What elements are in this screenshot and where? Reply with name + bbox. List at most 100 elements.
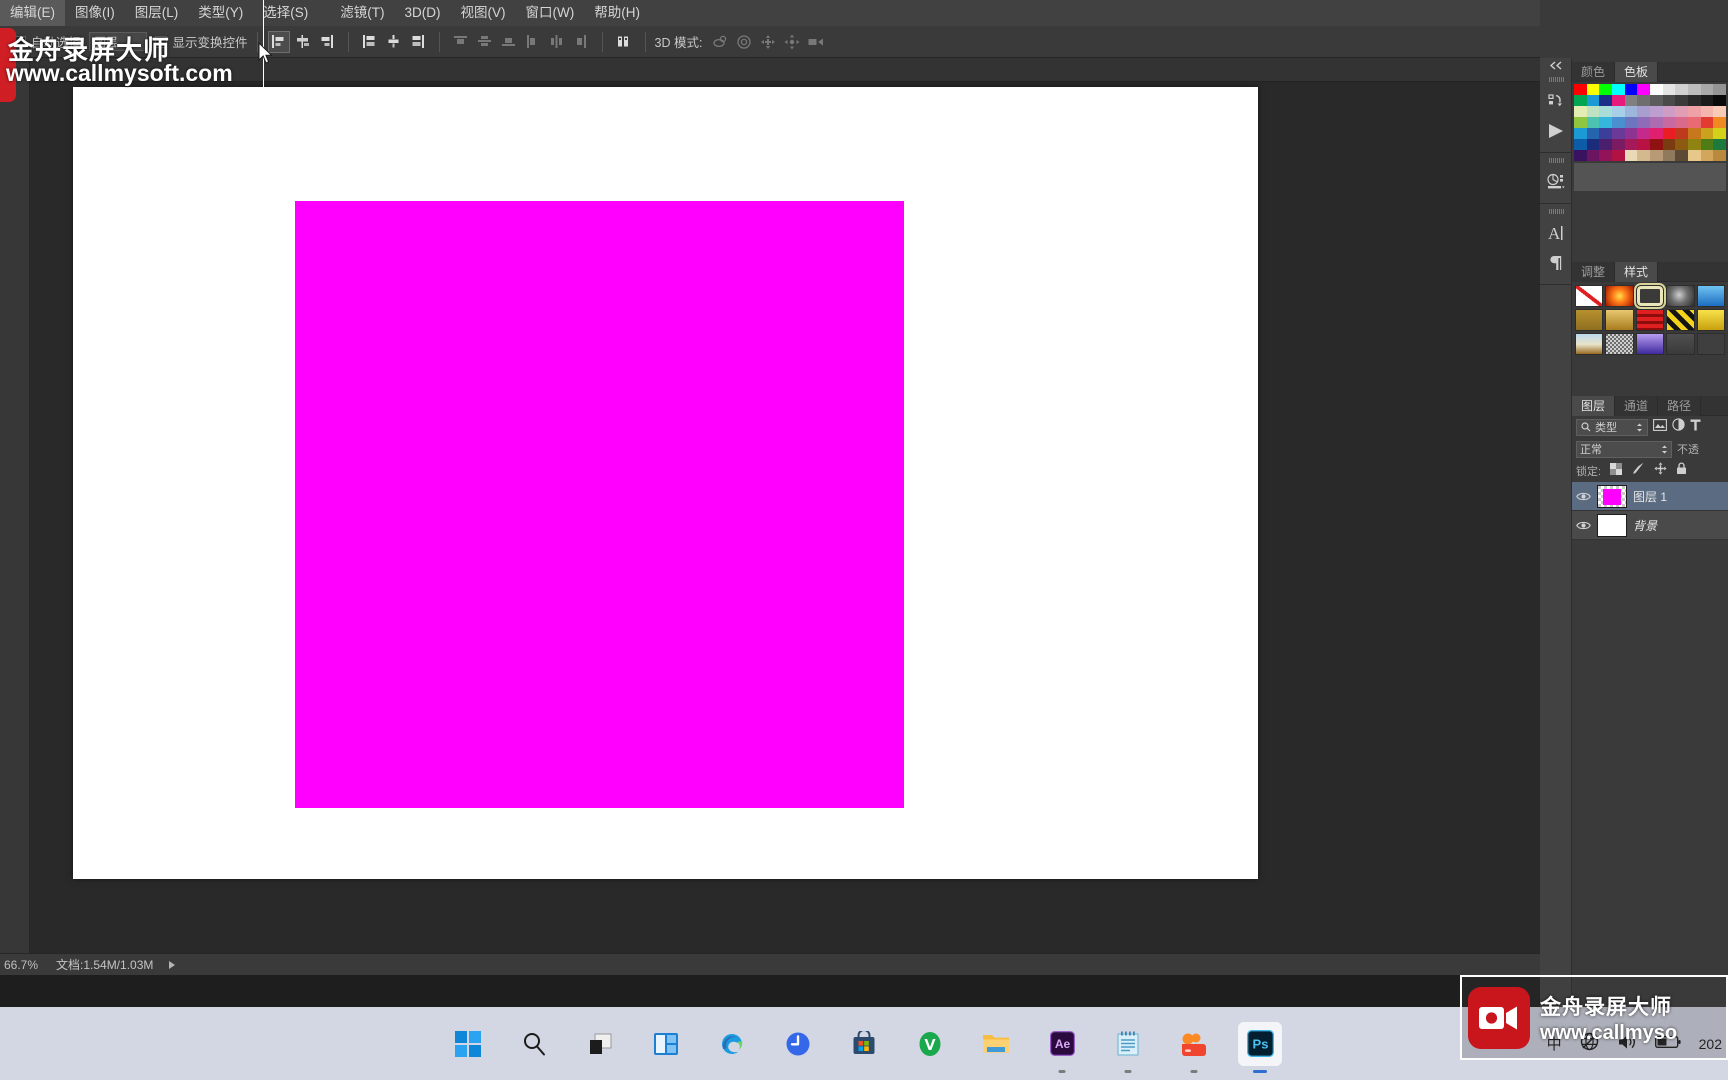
color-swatch[interactable] xyxy=(1637,95,1650,106)
tab-paths[interactable]: 路径 xyxy=(1658,396,1702,416)
task-view-icon[interactable] xyxy=(578,1022,622,1066)
widgets-icon[interactable] xyxy=(644,1022,688,1066)
color-swatch[interactable] xyxy=(1624,95,1638,106)
actions-play-icon[interactable] xyxy=(1540,116,1572,146)
color-swatch[interactable] xyxy=(1624,117,1638,128)
color-swatch[interactable] xyxy=(1599,84,1612,95)
align-top-edges-icon[interactable] xyxy=(359,31,381,53)
show-transform-controls-checkbox[interactable] xyxy=(155,35,168,48)
color-swatch[interactable] xyxy=(1662,106,1676,117)
status-expand-arrow-icon[interactable] xyxy=(169,960,176,969)
color-swatch[interactable] xyxy=(1599,150,1612,161)
tab-adjustments[interactable]: 调整 xyxy=(1572,262,1616,282)
color-swatch[interactable] xyxy=(1713,106,1726,117)
color-swatch[interactable] xyxy=(1700,95,1714,106)
menu-help[interactable]: 帮助(H) xyxy=(584,0,650,26)
menu-view[interactable]: 视图(V) xyxy=(451,0,516,26)
network-icon[interactable] xyxy=(1580,1032,1599,1055)
after-effects-icon[interactable]: Ae xyxy=(1040,1022,1084,1073)
gray-shadow-style[interactable] xyxy=(1666,333,1695,355)
file-explorer-icon[interactable] xyxy=(974,1022,1018,1066)
color-swatch[interactable] xyxy=(1637,106,1650,117)
color-swatch[interactable] xyxy=(1624,139,1638,150)
tab-layers[interactable]: 图层 xyxy=(1572,396,1616,416)
color-swatch[interactable] xyxy=(1586,95,1600,106)
color-swatch[interactable] xyxy=(1612,117,1625,128)
distribute-left-edges-icon[interactable] xyxy=(522,31,544,53)
search-icon[interactable] xyxy=(512,1022,556,1066)
color-swatch[interactable] xyxy=(1713,128,1726,139)
photoshop-icon[interactable]: Ps xyxy=(1238,1021,1282,1073)
hollow-outline-style[interactable] xyxy=(1633,283,1667,309)
document-tab-bar[interactable] xyxy=(30,58,1540,82)
color-swatch[interactable] xyxy=(1612,95,1625,106)
lock-all-icon[interactable] xyxy=(1676,462,1687,480)
color-swatch[interactable] xyxy=(1650,128,1663,139)
color-swatch[interactable] xyxy=(1574,117,1587,128)
color-swatch[interactable] xyxy=(1612,84,1625,95)
color-swatch[interactable] xyxy=(1675,106,1688,117)
color-swatch[interactable] xyxy=(1586,150,1600,161)
color-swatch[interactable] xyxy=(1688,128,1701,139)
layer-visibility-eye-icon[interactable] xyxy=(1575,491,1591,502)
volume-icon[interactable] xyxy=(1617,1033,1637,1055)
color-swatch[interactable] xyxy=(1574,106,1587,117)
metal-swirl-style[interactable] xyxy=(1666,285,1695,307)
color-swatch[interactable] xyxy=(1637,84,1650,95)
color-swatch[interactable] xyxy=(1586,117,1600,128)
menu-type[interactable]: 类型(Y) xyxy=(188,0,253,26)
collapse-panels-button[interactable] xyxy=(1540,58,1571,72)
color-swatch[interactable] xyxy=(1599,117,1612,128)
tab-color[interactable]: 颜色 xyxy=(1572,62,1616,82)
battery-icon[interactable] xyxy=(1654,1035,1681,1053)
type-filter-icon[interactable] xyxy=(1690,418,1701,436)
zoom-level[interactable]: 66.7% xyxy=(0,958,52,972)
menu-filter[interactable]: 滤镜(T) xyxy=(330,0,394,26)
color-swatch[interactable] xyxy=(1624,128,1638,139)
layer-visibility-eye-icon[interactable] xyxy=(1575,520,1591,531)
youdao-icon[interactable] xyxy=(908,1022,952,1066)
color-swatch[interactable] xyxy=(1612,128,1625,139)
color-swatch[interactable] xyxy=(1688,106,1701,117)
color-swatch[interactable] xyxy=(1637,139,1650,150)
auto-select-target-select[interactable]: 图层 xyxy=(89,32,148,51)
color-swatch[interactable] xyxy=(1637,150,1650,161)
color-swatch[interactable] xyxy=(1662,95,1676,106)
color-swatch[interactable] xyxy=(1650,117,1663,128)
color-swatch[interactable] xyxy=(1713,84,1726,95)
screen-recorder-icon[interactable] xyxy=(1172,1022,1216,1073)
align-bottom-edges-icon[interactable] xyxy=(407,31,429,53)
color-swatch[interactable] xyxy=(1688,84,1701,95)
canvas[interactable] xyxy=(73,87,1258,879)
color-swatch[interactable] xyxy=(1624,150,1638,161)
color-swatch[interactable] xyxy=(1688,117,1701,128)
noise-texture-style[interactable] xyxy=(1605,333,1634,355)
color-swatch[interactable] xyxy=(1713,117,1726,128)
blue-gradient-style[interactable] xyxy=(1696,285,1725,307)
color-swatch[interactable] xyxy=(1612,150,1625,161)
color-swatch[interactable] xyxy=(1612,106,1625,117)
color-swatch[interactable] xyxy=(1637,117,1650,128)
color-swatch[interactable] xyxy=(1700,106,1714,117)
ime-indicator[interactable]: 中 xyxy=(1547,1033,1562,1054)
color-swatch[interactable] xyxy=(1675,139,1688,150)
rotate-3d-object-icon[interactable] xyxy=(709,31,731,53)
red-stripe-style[interactable] xyxy=(1635,309,1665,331)
3d-panel-icon[interactable] xyxy=(1540,167,1572,197)
color-swatch[interactable] xyxy=(1599,128,1612,139)
blend-mode-select[interactable]: 正常 xyxy=(1576,440,1672,458)
yellow-black-style[interactable] xyxy=(1666,309,1695,331)
character-panel-icon[interactable]: A xyxy=(1540,218,1572,248)
microsoft-store-icon[interactable] xyxy=(842,1022,886,1066)
magenta-rectangle[interactable] xyxy=(295,201,904,808)
tab-styles[interactable]: 样式 xyxy=(1615,262,1659,282)
scale-3d-object-icon[interactable] xyxy=(805,31,827,53)
color-swatch[interactable] xyxy=(1650,150,1663,161)
color-swatch[interactable] xyxy=(1586,139,1600,150)
menu-image[interactable]: 图像(I) xyxy=(65,0,125,26)
clock-icon[interactable] xyxy=(776,1022,820,1066)
color-swatch[interactable] xyxy=(1586,84,1600,95)
layer-thumbnail[interactable] xyxy=(1597,484,1627,508)
color-swatch[interactable] xyxy=(1624,106,1638,117)
color-swatch[interactable] xyxy=(1662,84,1676,95)
